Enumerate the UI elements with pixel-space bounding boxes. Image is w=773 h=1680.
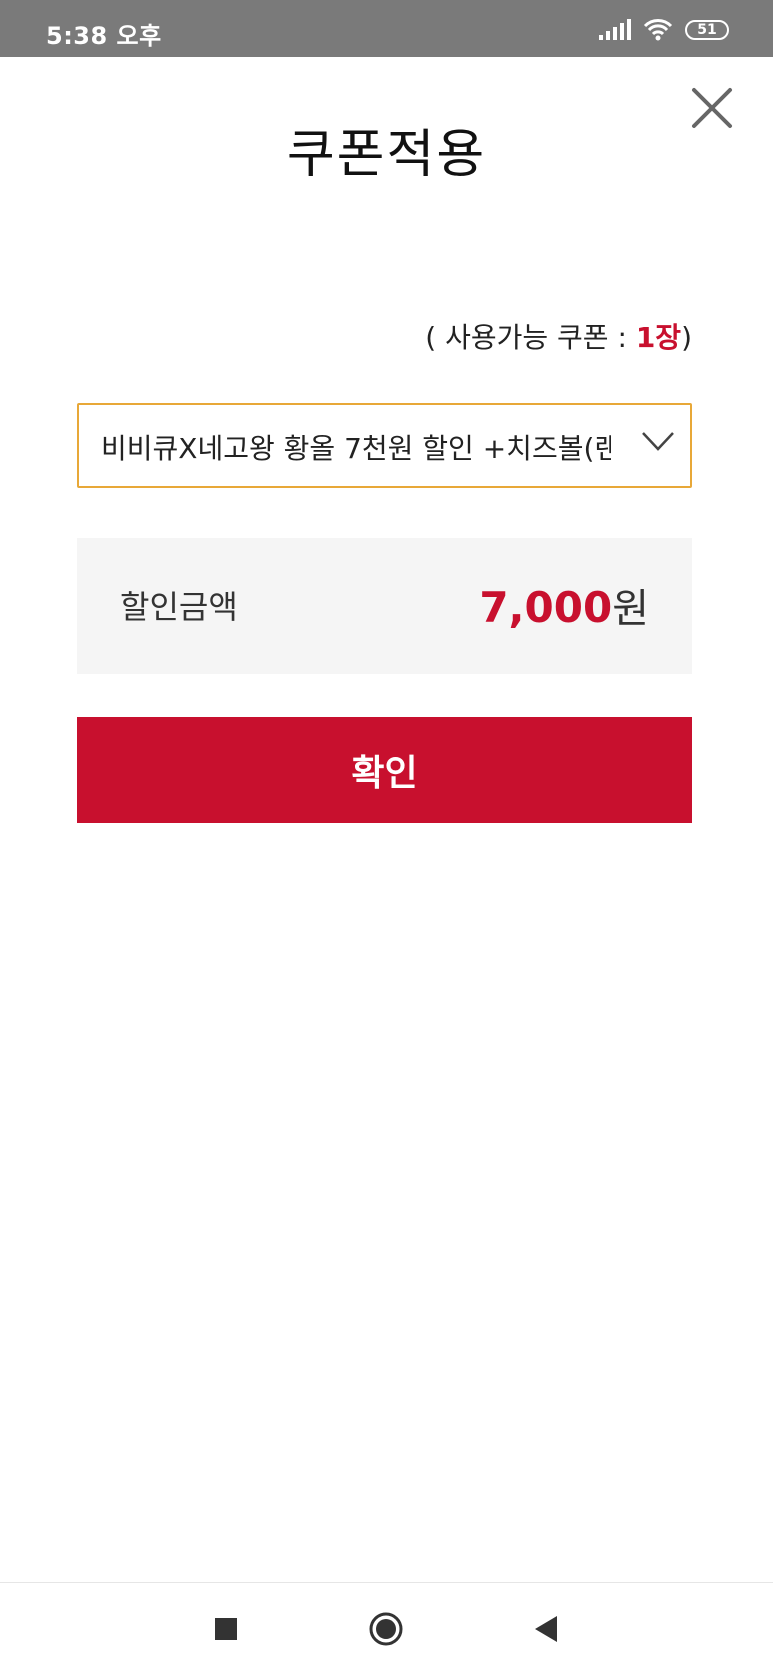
recents-button[interactable] xyxy=(186,1583,266,1676)
available-prefix: ( 사용가능 쿠폰 : xyxy=(425,321,636,354)
page-title: 쿠폰적용 xyxy=(286,125,487,185)
status-indicators: 51 xyxy=(599,18,729,42)
circle-icon xyxy=(369,1612,403,1646)
signal-icon xyxy=(599,19,631,40)
status-bar: 5:38 오후 51 xyxy=(0,0,773,57)
battery-icon: 51 xyxy=(685,20,729,40)
battery-level: 51 xyxy=(697,22,717,38)
confirm-button[interactable]: 확인 xyxy=(77,717,692,823)
discount-amount: 7,000 xyxy=(479,583,613,632)
discount-label: 할인금액 xyxy=(120,588,238,626)
back-button[interactable] xyxy=(505,1583,585,1676)
discount-panel: 할인금액 7,000원 xyxy=(77,538,692,674)
coupon-select-value: 비비큐X네고왕 황올 7천원 할인 +치즈볼(랜덤) xyxy=(101,432,611,465)
navigation-bar xyxy=(0,1582,773,1676)
chevron-down-icon xyxy=(642,432,674,451)
discount-unit: 원 xyxy=(612,586,649,632)
discount-value: 7,000원 xyxy=(479,576,649,634)
wifi-icon xyxy=(643,19,673,41)
home-button[interactable] xyxy=(346,1583,426,1676)
available-suffix: ) xyxy=(681,321,692,354)
available-coupons: ( 사용가능 쿠폰 : 1장) xyxy=(425,316,692,356)
square-icon xyxy=(215,1618,237,1640)
coupon-select[interactable]: 비비큐X네고왕 황올 7천원 할인 +치즈볼(랜덤) xyxy=(77,403,692,488)
status-time: 5:38 오후 xyxy=(46,22,162,50)
triangle-back-icon xyxy=(535,1616,557,1642)
available-count: 1장 xyxy=(635,321,682,354)
